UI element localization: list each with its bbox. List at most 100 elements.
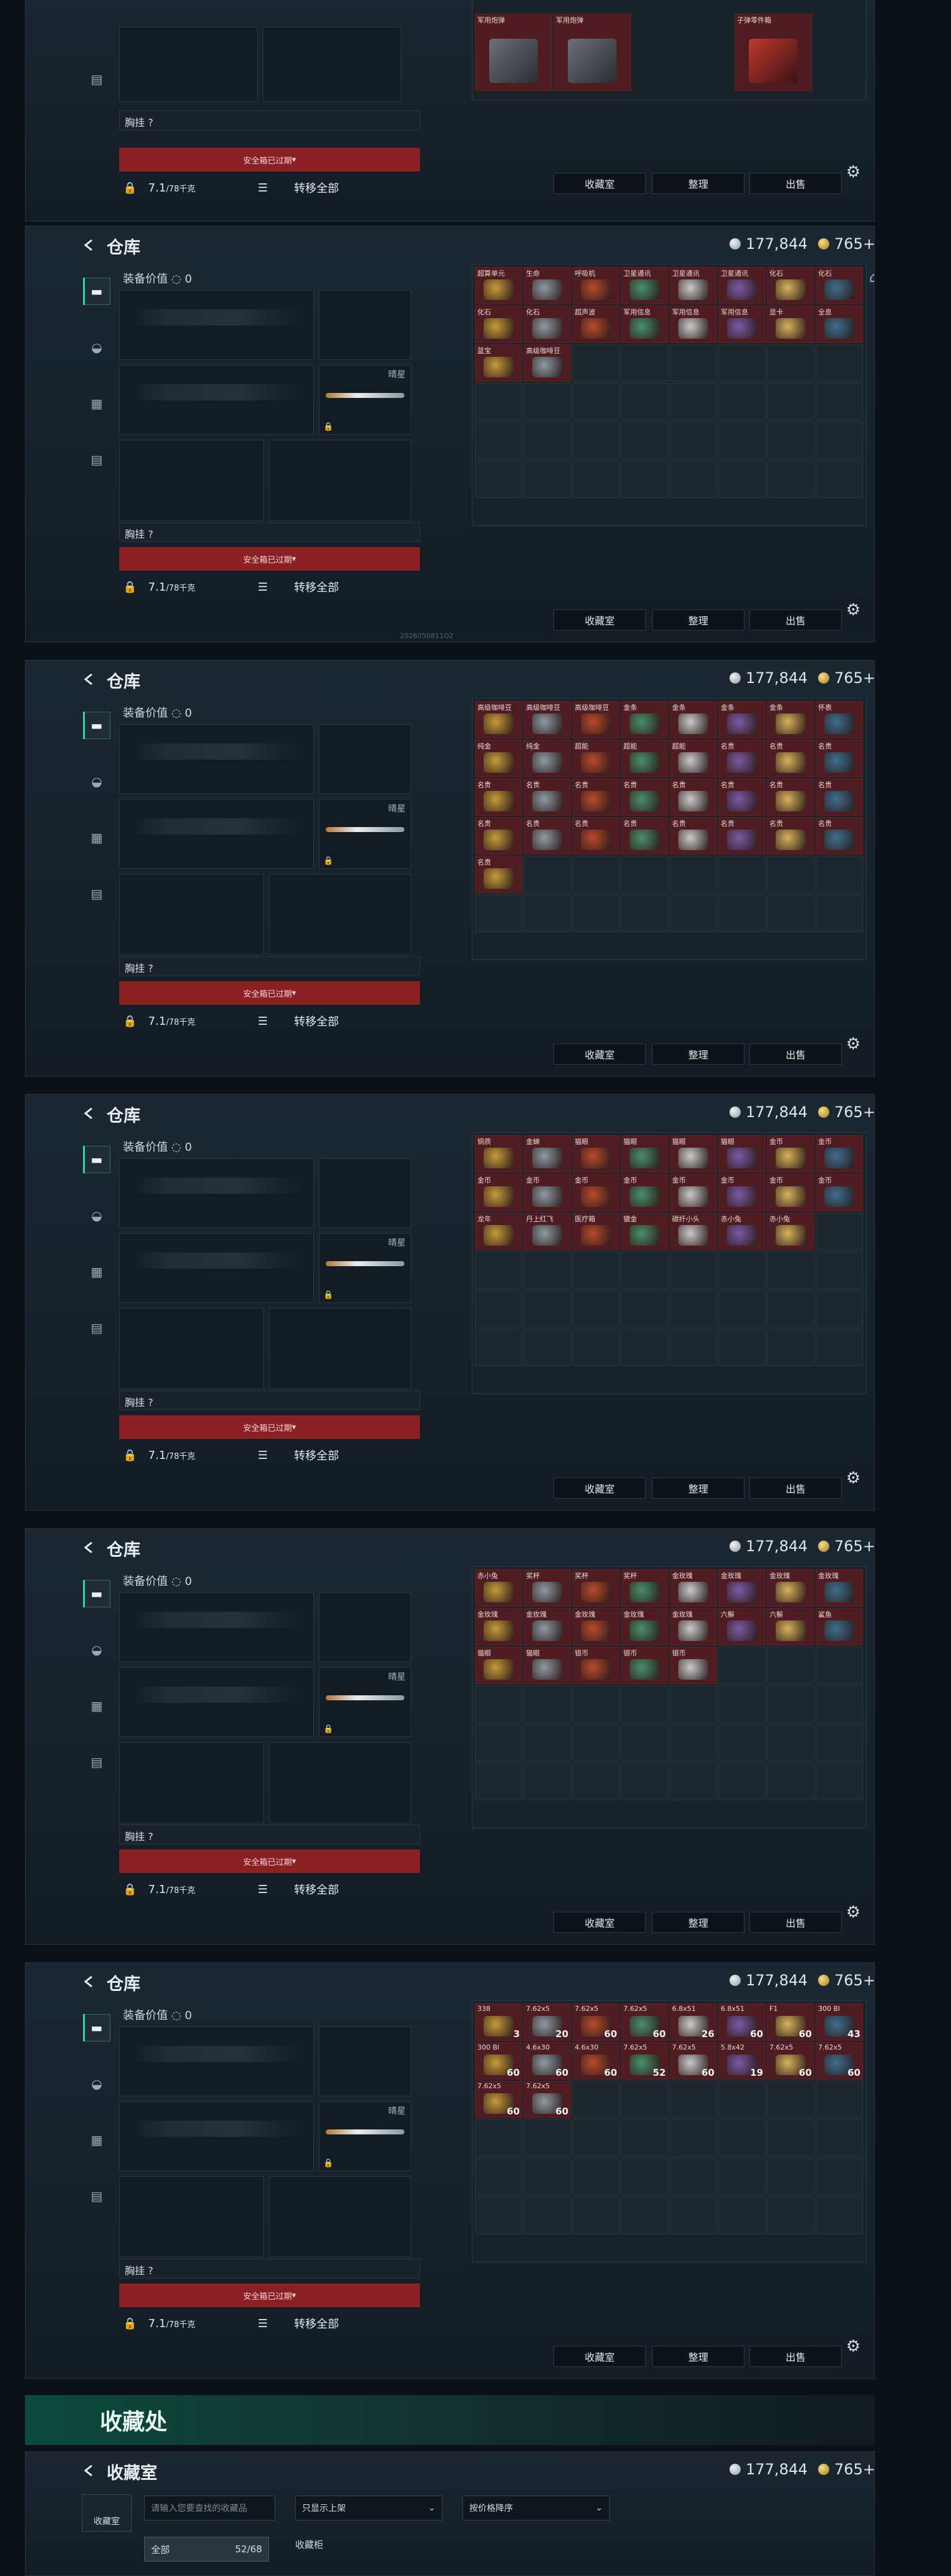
sort-button[interactable]: 整理: [652, 1912, 744, 1933]
empty-slot[interactable]: [816, 460, 863, 498]
list-icon[interactable]: ☰: [258, 1015, 268, 1028]
safe-box-expired[interactable]: 安全箱已过期 ▾: [119, 981, 420, 1005]
empty-slot[interactable]: [718, 1763, 766, 1800]
empty-slot[interactable]: [816, 1251, 863, 1289]
empty-slot[interactable]: [475, 460, 522, 498]
grid-item[interactable]: 猫眼: [475, 1647, 522, 1684]
empty-slot[interactable]: [718, 1329, 766, 1366]
helmet-tab-icon[interactable]: ◒: [83, 2070, 110, 2098]
empty-slot[interactable]: [572, 1251, 620, 1289]
transfer-all-button[interactable]: 转移全部: [294, 1447, 339, 1463]
grid-item[interactable]: 名贵: [572, 778, 620, 816]
grid-item[interactable]: 名贵: [767, 740, 814, 777]
empty-slot[interactable]: [816, 383, 863, 420]
grid-item[interactable]: 猫眼: [572, 1135, 620, 1173]
grid-item[interactable]: 6.8x51 26: [670, 2003, 717, 2041]
secondary-weapon-slot[interactable]: [119, 1233, 314, 1303]
empty-slot[interactable]: [524, 1290, 571, 1327]
grid-item[interactable]: 4.6x30 60: [524, 2042, 571, 2080]
grid-item[interactable]: 名贵: [670, 817, 717, 855]
empty-slot[interactable]: [524, 460, 571, 498]
grid-item[interactable]: 卫星通讯: [670, 267, 717, 304]
sell-button[interactable]: 出售: [749, 1043, 842, 1065]
grid-item[interactable]: 名贵: [621, 778, 668, 816]
empty-slot[interactable]: [718, 1724, 766, 1761]
grid-item[interactable]: 猫眼: [670, 1135, 717, 1173]
empty-slot[interactable]: [816, 422, 863, 459]
sell-button[interactable]: 出售: [749, 1478, 842, 1499]
empty-slot[interactable]: [767, 1763, 814, 1800]
grid-item[interactable]: 金玫瑰: [524, 1608, 571, 1645]
empty-slot[interactable]: [572, 1763, 620, 1800]
empty-slot[interactable]: [572, 1290, 620, 1327]
helmet-slot[interactable]: [119, 1742, 264, 1823]
empty-slot[interactable]: [475, 422, 522, 459]
grid-item[interactable]: 名贵: [621, 817, 668, 855]
settings-gear-icon[interactable]: ⚙: [846, 1903, 861, 1922]
melee-slot[interactable]: 晴星 🔒: [319, 1233, 411, 1303]
primary-weapon-slot[interactable]: [119, 724, 314, 794]
grid-item[interactable]: 4.6x30 60: [572, 2042, 620, 2080]
empty-slot[interactable]: [670, 460, 717, 498]
empty-slot[interactable]: [621, 1763, 668, 1800]
grid-item[interactable]: 医疗箱: [572, 1213, 620, 1250]
grid-item[interactable]: 金玫瑰: [670, 1608, 717, 1645]
grid-item[interactable]: 7.62x5 60: [572, 2003, 620, 2041]
empty-slot[interactable]: [475, 383, 522, 420]
empty-slot[interactable]: [621, 856, 668, 893]
melee-slot[interactable]: 晴星 🔒: [319, 1667, 411, 1737]
empty-slot[interactable]: [767, 2119, 814, 2157]
grid-item[interactable]: 金币: [621, 1174, 668, 1211]
empty-slot[interactable]: [670, 422, 717, 459]
grid-item[interactable]: 金玫瑰: [475, 1608, 522, 1645]
grid-item[interactable]: 金币: [524, 1174, 571, 1211]
back-icon[interactable]: [82, 2463, 97, 2478]
secondary-weapon-slot[interactable]: [119, 799, 314, 869]
grid-item[interactable]: 名贵: [767, 817, 814, 855]
empty-slot[interactable]: [670, 1685, 717, 1723]
sell-button[interactable]: 出售: [749, 1912, 842, 1933]
empty-slot[interactable]: [572, 2081, 620, 2118]
grid-item[interactable]: 镀金: [621, 1213, 668, 1250]
grid-item[interactable]: 超能: [572, 740, 620, 777]
empty-slot[interactable]: [572, 2197, 620, 2234]
empty-slot[interactable]: [767, 1685, 814, 1723]
empty-slot[interactable]: [475, 1763, 522, 1800]
empty-slot[interactable]: [621, 344, 668, 382]
empty-slot[interactable]: [718, 1685, 766, 1723]
grid-item[interactable]: 奖杯: [524, 1569, 571, 1607]
empty-slot[interactable]: [767, 2158, 814, 2196]
grid-item[interactable]: 金玫瑰: [718, 1569, 766, 1607]
empty-slot[interactable]: [524, 1685, 571, 1723]
grid-item[interactable]: 高级咖啡豆: [524, 344, 571, 382]
grid-item[interactable]: 金玫瑰: [670, 1569, 717, 1607]
pistol-slot[interactable]: [319, 1158, 411, 1228]
grid-item[interactable]: 铜质: [475, 1135, 522, 1173]
grid-item[interactable]: 金玫瑰: [767, 1569, 814, 1607]
grid-item[interactable]: 军用信息: [670, 306, 717, 343]
empty-slot[interactable]: [621, 383, 668, 420]
vest-tab-icon[interactable]: ▦: [83, 1258, 110, 1286]
grid-item[interactable]: 呼吸机: [572, 267, 620, 304]
chest-rig-slot[interactable]: 胸挂 ?: [119, 1824, 420, 1844]
list-icon[interactable]: ☰: [258, 581, 268, 594]
helmet-slot[interactable]: [119, 1308, 264, 1389]
empty-slot[interactable]: [767, 2081, 814, 2118]
chest-rig-slot[interactable]: 胸挂 ?: [119, 956, 420, 976]
grid-item[interactable]: 化石: [816, 267, 863, 304]
helmet-slot[interactable]: [119, 2176, 264, 2257]
list-icon[interactable]: ☰: [258, 1449, 268, 1462]
gold-currency[interactable]: 765+: [818, 2461, 874, 2478]
empty-slot[interactable]: [767, 460, 814, 498]
empty-slot[interactable]: [572, 856, 620, 893]
list-icon[interactable]: ☰: [258, 2317, 268, 2330]
sort-button[interactable]: 整理: [652, 609, 744, 631]
settings-gear-icon[interactable]: ⚙: [846, 1469, 861, 1488]
empty-slot[interactable]: [621, 2158, 668, 2196]
empty-slot[interactable]: [621, 1251, 668, 1289]
grid-item[interactable]: 名贵: [524, 778, 571, 816]
empty-slot[interactable]: [670, 1251, 717, 1289]
grid-item[interactable]: 7.62x5 60: [670, 2042, 717, 2080]
chest-rig-slot[interactable]: 胸挂 ?: [119, 2259, 420, 2278]
empty-slot[interactable]: [718, 2158, 766, 2196]
